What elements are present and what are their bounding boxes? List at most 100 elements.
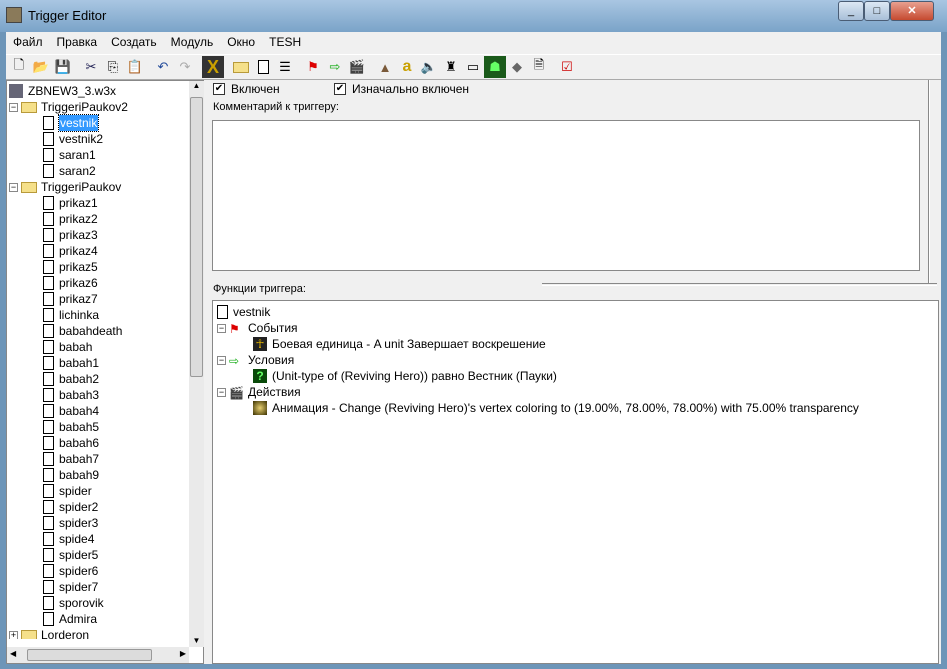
tree-folder[interactable]: + Lorderon	[9, 627, 187, 639]
menu-window[interactable]: Окно	[220, 32, 262, 52]
tree-item[interactable]: spider5	[9, 547, 187, 563]
tree-item[interactable]: babah	[9, 339, 187, 355]
minimize-button[interactable]: _	[838, 1, 864, 21]
trigger-icon	[43, 228, 54, 242]
close-button[interactable]: ✕	[890, 1, 934, 21]
menu-create[interactable]: Создать	[104, 32, 164, 52]
trigger-icon	[43, 468, 54, 482]
trigger-tree: ZBNEW3_3.w3x − TriggeriPaukov2 vestnik vest…	[9, 83, 187, 639]
trigger-icon	[43, 436, 54, 450]
tree-item[interactable]: Admira	[9, 611, 187, 627]
trigger-icon	[43, 548, 54, 562]
tree-item[interactable]: prikaz7	[9, 291, 187, 307]
tree-item[interactable]: spider3	[9, 515, 187, 531]
action-icon[interactable]: 🎬	[346, 56, 368, 78]
redo-icon[interactable]: ↷	[174, 56, 196, 78]
new-icon[interactable]: 🗋	[8, 56, 30, 78]
tree-item[interactable]: prikaz3	[9, 227, 187, 243]
tree-item[interactable]: vestnik2	[9, 131, 187, 147]
camera-icon[interactable]: ▭	[462, 56, 484, 78]
folder-icon[interactable]	[230, 56, 252, 78]
tree-item[interactable]: babah6	[9, 435, 187, 451]
event-icon[interactable]: ⚑	[302, 56, 324, 78]
window-title: Trigger Editor	[28, 8, 107, 23]
folder-icon	[21, 181, 37, 193]
script-icon[interactable]: 🗎	[528, 56, 550, 78]
tree-item[interactable]: spider2	[9, 499, 187, 515]
tree-item[interactable]: spider7	[9, 579, 187, 595]
tree-item[interactable]: spider6	[9, 563, 187, 579]
tree-folder[interactable]: − TriggeriPaukov2	[9, 99, 187, 115]
tree-item[interactable]: prikaz1	[9, 195, 187, 211]
tree-item[interactable]: babah2	[9, 371, 187, 387]
splitter[interactable]	[542, 283, 937, 286]
test-icon[interactable]: ☑	[556, 56, 578, 78]
tree-vertical-scrollbar[interactable]: ▲ ▼	[189, 81, 204, 647]
menu-edit[interactable]: Правка	[50, 32, 105, 52]
trigger-icon	[43, 132, 54, 146]
tree-item[interactable]: prikaz6	[9, 275, 187, 291]
maximize-button[interactable]: □	[864, 1, 890, 21]
menu-tesh[interactable]: TESH	[262, 32, 308, 52]
tree-item[interactable]: prikaz5	[9, 259, 187, 275]
tree-folder[interactable]: − TriggeriPaukov	[9, 179, 187, 195]
trigger-icon	[43, 308, 54, 322]
tree-item[interactable]: babah9	[9, 467, 187, 483]
events-node[interactable]: − ⚑ События	[217, 320, 934, 336]
tree-root[interactable]: ZBNEW3_3.w3x	[9, 83, 187, 99]
tree-item[interactable]: prikaz2	[9, 211, 187, 227]
delete-icon[interactable]: X	[202, 56, 224, 78]
text-icon[interactable]: a	[396, 56, 418, 78]
object-icon[interactable]: ♜	[440, 56, 462, 78]
tree-item[interactable]: babahdeath	[9, 323, 187, 339]
menu-file[interactable]: Файл	[6, 32, 50, 52]
action-item[interactable]: Анимация - Change (Reviving Hero)'s vert…	[217, 400, 934, 416]
tree-item[interactable]: vestnik	[9, 114, 187, 132]
expand-toggle[interactable]: −	[9, 182, 18, 192]
terrain-icon[interactable]: ▲	[374, 56, 396, 78]
undo-icon[interactable]: ↶	[152, 56, 174, 78]
trigger-icon	[43, 148, 54, 162]
trigger-icon	[43, 276, 54, 290]
app-icon	[6, 7, 22, 23]
tree-item[interactable]: babah3	[9, 387, 187, 403]
tree-horizontal-scrollbar[interactable]: ◀ ▶	[7, 647, 189, 663]
event-item[interactable]: ☥ Боевая единица - A unit Завершает воскр…	[217, 336, 934, 352]
comment-textarea[interactable]	[212, 120, 920, 271]
import-icon[interactable]: ◆	[506, 56, 528, 78]
unit-icon: ☥	[253, 337, 267, 351]
condition-item[interactable]: ? (Unit-type of (Reviving Hero)) равно Ве…	[217, 368, 934, 384]
tree-item[interactable]: babah4	[9, 403, 187, 419]
condition-icon[interactable]: ⇨	[324, 56, 346, 78]
enabled-checkbox[interactable]: ✔ Включен	[213, 82, 280, 96]
actions-node[interactable]: − 🎬 Действия	[217, 384, 934, 400]
tree-item[interactable]: babah7	[9, 451, 187, 467]
ai-icon[interactable]: ☗	[484, 56, 506, 78]
trigger-node[interactable]: vestnik	[217, 304, 934, 320]
save-icon[interactable]: 💾	[52, 56, 74, 78]
sound-icon[interactable]: 🔈	[418, 56, 440, 78]
conditions-node[interactable]: − ⇨ Условия	[217, 352, 934, 368]
open-icon[interactable]: 📂	[30, 56, 52, 78]
tree-item[interactable]: lichinka	[9, 307, 187, 323]
tree-item[interactable]: babah1	[9, 355, 187, 371]
copy-icon[interactable]: ⎘	[102, 56, 124, 78]
paste-icon[interactable]: 📋	[124, 56, 146, 78]
comment-icon[interactable]: ☰	[274, 56, 296, 78]
tree-item[interactable]: spider	[9, 483, 187, 499]
trigger-icon[interactable]	[252, 56, 274, 78]
cut-icon[interactable]: ✂	[80, 56, 102, 78]
tree-item[interactable]: saran2	[9, 163, 187, 179]
tree-item[interactable]: babah5	[9, 419, 187, 435]
menu-module[interactable]: Модуль	[164, 32, 221, 52]
trigger-icon	[43, 420, 54, 434]
tree-item[interactable]: spide4	[9, 531, 187, 547]
tree-item[interactable]: sporovik	[9, 595, 187, 611]
tree-item[interactable]: prikaz4	[9, 243, 187, 259]
tree-item[interactable]: saran1	[9, 147, 187, 163]
initially-on-checkbox[interactable]: ✔ Изначально включен	[334, 82, 469, 96]
trigger-icon	[43, 532, 54, 546]
expand-toggle[interactable]: −	[9, 102, 18, 112]
expand-toggle[interactable]: +	[9, 630, 18, 639]
trigger-icon	[43, 324, 54, 338]
